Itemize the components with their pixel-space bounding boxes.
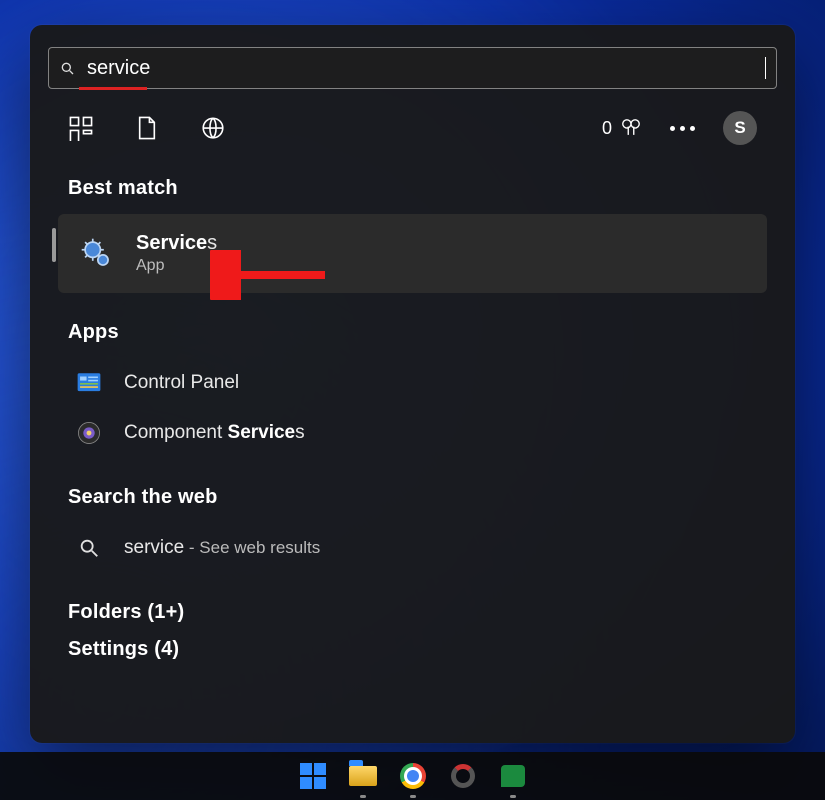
services-app-icon: [80, 237, 114, 271]
start-search-panel: 0 S Best match: [30, 25, 795, 743]
windows-logo-icon: [300, 763, 326, 789]
rewards-count: 0: [602, 118, 612, 139]
app-result-component-services[interactable]: Component Services: [40, 408, 785, 458]
search-box[interactable]: [48, 47, 777, 89]
web-result[interactable]: service - See web results: [40, 523, 785, 573]
rewards-icon: [620, 117, 642, 139]
text-caret: [765, 57, 766, 79]
more-menu-button[interactable]: [670, 126, 695, 131]
app-label: Component Services: [124, 422, 305, 444]
filter-toolbar: 0 S: [40, 89, 785, 155]
chrome-icon: [400, 763, 426, 789]
best-match-result[interactable]: Services App: [58, 214, 767, 293]
app-label: Control Panel: [124, 372, 239, 394]
spellcheck-underline: [79, 87, 147, 90]
component-services-icon: [76, 420, 102, 446]
section-apps: Apps: [68, 321, 785, 344]
user-avatar[interactable]: S: [723, 111, 757, 145]
file-explorer-button[interactable]: [347, 760, 379, 792]
section-folders[interactable]: Folders (1+): [68, 601, 785, 624]
rewards-points[interactable]: 0: [602, 117, 642, 139]
taskbar: [0, 752, 825, 800]
section-search-web: Search the web: [68, 486, 785, 509]
control-panel-icon: [76, 370, 102, 396]
file-explorer-icon: [349, 766, 377, 786]
start-button[interactable]: [297, 760, 329, 792]
avatar-initial: S: [734, 118, 745, 138]
search-icon: [76, 535, 102, 561]
running-indicator: [360, 795, 366, 798]
ring-app-icon: [451, 764, 475, 788]
search-input[interactable]: [85, 56, 765, 81]
chrome-button[interactable]: [397, 760, 429, 792]
app-button-ring[interactable]: [447, 760, 479, 792]
section-settings[interactable]: Settings (4): [68, 638, 785, 661]
best-match-subtitle: App: [136, 257, 217, 275]
apps-filter-icon[interactable]: [68, 115, 94, 141]
app-result-control-panel[interactable]: Control Panel: [40, 358, 785, 408]
chat-app-icon: [501, 765, 525, 787]
best-match-title: Services: [136, 232, 217, 255]
web-result-text: service - See web results: [124, 537, 320, 559]
section-best-match: Best match: [68, 177, 785, 200]
running-indicator: [410, 795, 416, 798]
selection-indicator: [52, 228, 56, 262]
desktop-wallpaper: 0 S Best match: [0, 0, 825, 800]
chat-app-button[interactable]: [497, 760, 529, 792]
web-filter-icon[interactable]: [200, 115, 226, 141]
search-icon: [59, 60, 75, 76]
running-indicator: [510, 795, 516, 798]
documents-filter-icon[interactable]: [134, 115, 160, 141]
